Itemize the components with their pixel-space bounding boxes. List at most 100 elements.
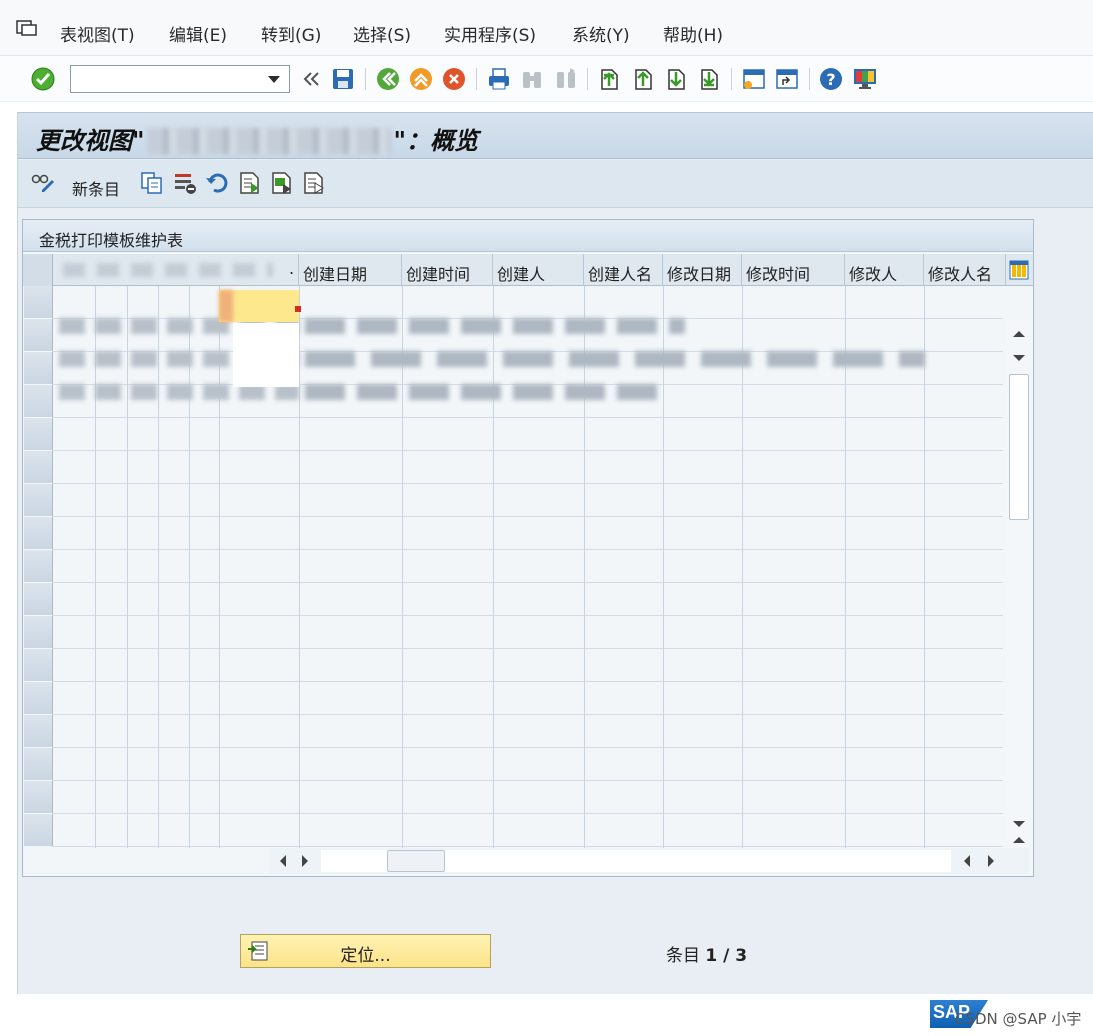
menu-help[interactable]: 帮助(H)	[663, 21, 723, 46]
select-all-icon[interactable]	[237, 170, 263, 196]
horizontal-scrollbar[interactable]	[269, 848, 1029, 874]
scroll-page-down-icon[interactable]	[1009, 814, 1029, 834]
column-header-created-date[interactable]: 创建日期	[299, 254, 402, 286]
cancel-icon[interactable]	[441, 66, 467, 92]
row-selector[interactable]	[24, 781, 53, 814]
table-row[interactable]	[53, 616, 1003, 649]
command-input[interactable]	[71, 66, 261, 92]
row-selector[interactable]	[24, 649, 53, 682]
horizontal-scroll-thumb[interactable]	[387, 850, 445, 872]
select-all-rows-header[interactable]	[23, 254, 53, 286]
entry-value: 1 / 3	[705, 946, 748, 966]
menu-table-view[interactable]: 表视图(T)	[60, 21, 135, 46]
row-selector[interactable]	[24, 286, 53, 319]
position-button[interactable]: 定位...	[240, 934, 491, 968]
scroll-right-icon[interactable]	[295, 851, 315, 871]
column-header-key[interactable]: .	[53, 254, 299, 286]
row-selector[interactable]	[24, 715, 53, 748]
find-icon[interactable]	[519, 66, 545, 92]
table-row[interactable]	[53, 814, 1003, 847]
back-icon[interactable]	[375, 66, 401, 92]
row-selector[interactable]	[24, 385, 53, 418]
double-chevron-left-icon[interactable]	[298, 66, 324, 92]
menu-bar: 表视图(T) 编辑(E) 转到(G) 选择(S) 实用程序(S) 系统(Y) 帮…	[0, 0, 1093, 56]
table-row[interactable]	[53, 418, 1003, 451]
help-icon[interactable]: ?	[818, 66, 844, 92]
row-selector[interactable]	[24, 682, 53, 715]
row-selector[interactable]	[24, 814, 53, 847]
new-entries-button[interactable]: 新条目	[72, 176, 120, 200]
scroll-left-icon[interactable]	[273, 851, 293, 871]
copy-as-icon[interactable]	[139, 170, 165, 196]
menu-edit[interactable]: 编辑(E)	[169, 21, 227, 46]
row-selector[interactable]	[24, 451, 53, 484]
table-row[interactable]	[53, 517, 1003, 550]
find-next-icon[interactable]	[553, 66, 579, 92]
column-header-changed-date[interactable]: 修改日期	[663, 254, 742, 286]
table-row[interactable]	[53, 550, 1003, 583]
menu-selection[interactable]: 选择(S)	[353, 21, 411, 46]
redacted-header-text	[63, 263, 273, 277]
column-header-changed-time[interactable]: 修改时间	[742, 254, 845, 286]
create-session-icon[interactable]	[741, 66, 767, 92]
last-page-icon[interactable]	[696, 66, 722, 92]
column-header-changer-name[interactable]: 修改人名	[924, 254, 1006, 286]
table-settings-icon[interactable]	[1009, 260, 1029, 280]
table-row[interactable]	[53, 748, 1003, 781]
menu-system[interactable]: 系统(Y)	[572, 21, 630, 46]
column-header-created-by[interactable]: 创建人	[493, 254, 584, 286]
row-selector[interactable]	[24, 352, 53, 385]
table-row[interactable]	[53, 484, 1003, 517]
vertical-scrollbar[interactable]	[1006, 320, 1032, 848]
table-row[interactable]	[53, 451, 1003, 484]
print-icon[interactable]	[486, 66, 512, 92]
row-selector[interactable]	[24, 748, 53, 781]
column-header-created-time[interactable]: 创建时间	[402, 254, 493, 286]
delete-icon[interactable]	[172, 170, 198, 196]
menu-utilities[interactable]: 实用程序(S)	[444, 21, 536, 46]
system-menu-icon[interactable]	[16, 20, 38, 36]
table-row[interactable]	[53, 286, 1003, 319]
save-icon[interactable]	[330, 66, 356, 92]
table-row[interactable]	[53, 583, 1003, 616]
menu-goto[interactable]: 转到(G)	[261, 21, 321, 46]
layout-icon[interactable]	[852, 66, 878, 92]
first-page-icon[interactable]	[596, 66, 622, 92]
table-row[interactable]	[53, 649, 1003, 682]
select-block-icon[interactable]	[269, 170, 295, 196]
column-header-key-label: .	[289, 259, 295, 278]
row-selector[interactable]	[24, 616, 53, 649]
deselect-all-icon[interactable]	[301, 170, 327, 196]
row-selector[interactable]	[24, 484, 53, 517]
row-selector[interactable]	[24, 319, 53, 352]
row-selector[interactable]	[24, 418, 53, 451]
scroll-left-end-icon[interactable]	[957, 851, 977, 871]
table-row[interactable]	[53, 715, 1003, 748]
page-title: 更改视图" "：概览	[36, 121, 478, 156]
column-header-creator-name[interactable]: 创建人名	[584, 254, 663, 286]
scroll-up-icon[interactable]	[1009, 324, 1029, 344]
exit-icon[interactable]	[408, 66, 434, 92]
scroll-down-icon[interactable]	[1009, 348, 1029, 368]
title-bar: 更改视图" "：概览	[18, 113, 1093, 159]
column-header-changed-by[interactable]: 修改人	[845, 254, 924, 286]
row-selector[interactable]	[24, 583, 53, 616]
table-grid: . 创建日期 创建时间 创建人 创建人名 修改日期 修改时间 修改人 修改人名	[23, 254, 1033, 848]
row-selector[interactable]	[24, 517, 53, 550]
vertical-scroll-thumb[interactable]	[1009, 374, 1029, 520]
next-page-icon[interactable]	[663, 66, 689, 92]
command-field[interactable]	[70, 65, 290, 93]
chevron-down-icon[interactable]	[268, 76, 280, 83]
shortcut-icon[interactable]	[774, 66, 800, 92]
undo-change-icon[interactable]	[204, 170, 230, 196]
scroll-right-end-icon[interactable]	[981, 851, 1001, 871]
display-change-icon[interactable]	[30, 170, 56, 196]
enter-icon[interactable]	[30, 66, 56, 92]
table-row[interactable]	[53, 781, 1003, 814]
row-selector[interactable]	[24, 550, 53, 583]
table-row[interactable]	[53, 682, 1003, 715]
position-button-label: 定位...	[340, 946, 391, 966]
prev-page-icon[interactable]	[630, 66, 656, 92]
title-suffix: "：概览	[393, 126, 479, 155]
table-control: 金税打印模板维护表 . 创建日期 创建时间 创建人 创建人名 修改日期 修改时间…	[22, 219, 1034, 877]
